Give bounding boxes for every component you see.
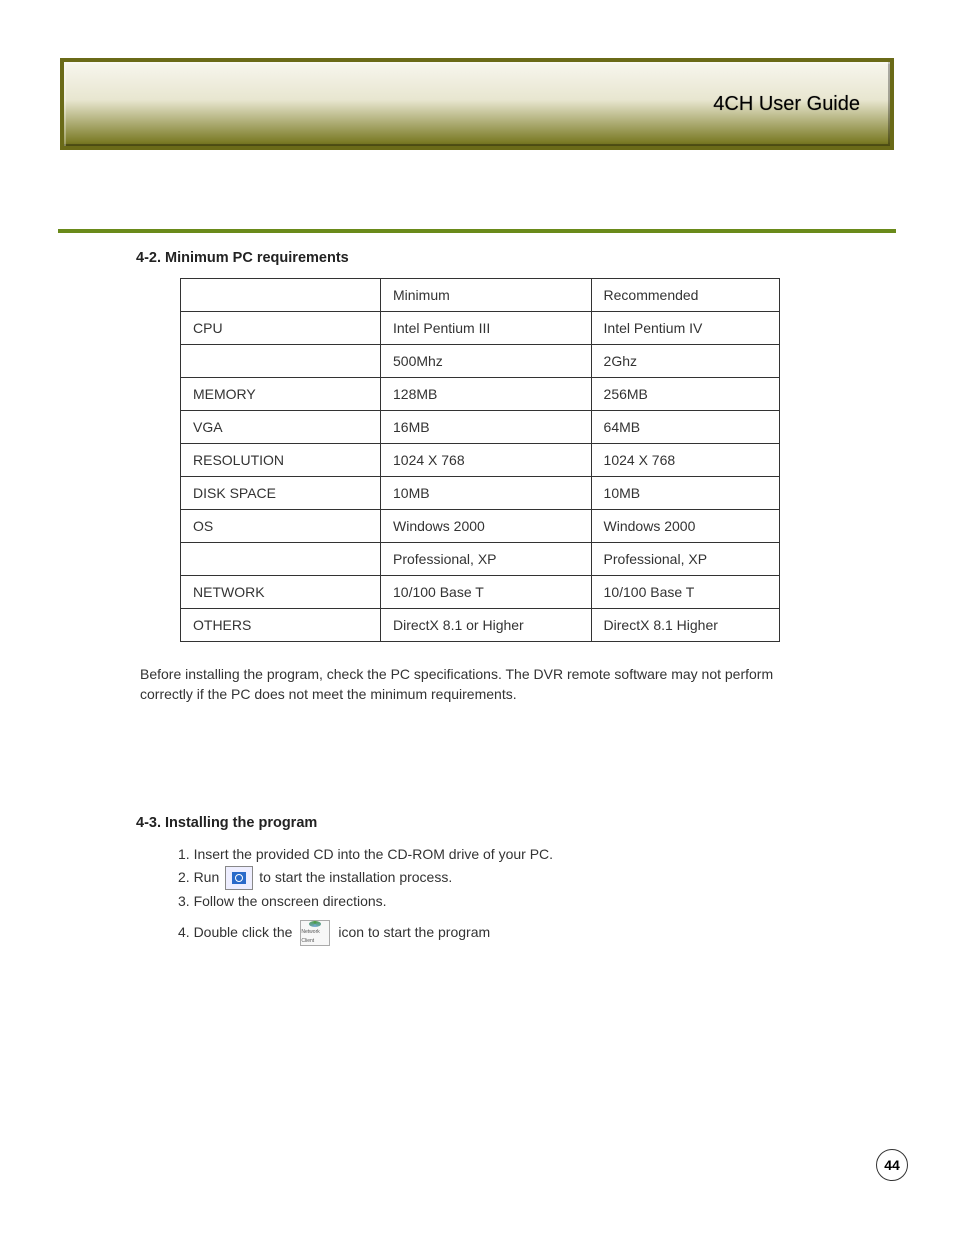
table-cell bbox=[181, 345, 381, 378]
step-2: 2. Run to start the installation process… bbox=[178, 866, 840, 890]
header-title: 4CH User Guide bbox=[713, 93, 860, 116]
table-cell: DISK SPACE bbox=[181, 477, 381, 510]
table-cell: MEMORY bbox=[181, 378, 381, 411]
page-number: 44 bbox=[876, 1149, 908, 1181]
table-row: OTHERSDirectX 8.1 or HigherDirectX 8.1 H… bbox=[181, 609, 780, 642]
table-cell bbox=[181, 279, 381, 312]
table-cell: Windows 2000 bbox=[591, 510, 779, 543]
table-cell: Intel Pentium IV bbox=[591, 312, 779, 345]
table-cell: 1024 X 768 bbox=[591, 444, 779, 477]
table-cell: OTHERS bbox=[181, 609, 381, 642]
table-cell bbox=[181, 543, 381, 576]
table-cell: NETWORK bbox=[181, 576, 381, 609]
table-cell: 10MB bbox=[381, 477, 592, 510]
table-row: VGA16MB64MB bbox=[181, 411, 780, 444]
table-cell: 10MB bbox=[591, 477, 779, 510]
table-row: RESOLUTION1024 X 7681024 X 768 bbox=[181, 444, 780, 477]
table-cell: DirectX 8.1 or Higher bbox=[381, 609, 592, 642]
section-43: 4-3. Installing the program 1. Insert th… bbox=[140, 815, 840, 947]
table-cell: CPU bbox=[181, 312, 381, 345]
table-cell: 10/100 Base T bbox=[591, 576, 779, 609]
table-row: DISK SPACE10MB10MB bbox=[181, 477, 780, 510]
step-2-text-a: 2. Run bbox=[178, 866, 219, 890]
section-43-heading: 4-3. Installing the program bbox=[136, 815, 840, 831]
table-row: OSWindows 2000Windows 2000 bbox=[181, 510, 780, 543]
table-row: MEMORY128MB256MB bbox=[181, 378, 780, 411]
table-cell: Windows 2000 bbox=[381, 510, 592, 543]
requirements-table: MinimumRecommended CPUIntel Pentium IIII… bbox=[180, 278, 780, 642]
step-1: 1. Insert the provided CD into the CD-RO… bbox=[178, 843, 840, 867]
page-content: 4-2. Minimum PC requirements MinimumReco… bbox=[140, 250, 840, 946]
table-cell: OS bbox=[181, 510, 381, 543]
table-row: CPUIntel Pentium IIIIntel Pentium IV bbox=[181, 312, 780, 345]
table-cell: Intel Pentium III bbox=[381, 312, 592, 345]
table-cell: DirectX 8.1 Higher bbox=[591, 609, 779, 642]
table-row: 500Mhz2Ghz bbox=[181, 345, 780, 378]
table-cell: Professional, XP bbox=[591, 543, 779, 576]
header-rule bbox=[58, 229, 896, 233]
table-cell: 1024 X 768 bbox=[381, 444, 592, 477]
table-cell: 64MB bbox=[591, 411, 779, 444]
table-row: NETWORK10/100 Base T10/100 Base T bbox=[181, 576, 780, 609]
table-cell: 16MB bbox=[381, 411, 592, 444]
installer-exe-icon bbox=[225, 866, 253, 890]
step-4-text-a: 4. Double click the bbox=[178, 921, 292, 945]
step-4-text-b: icon to start the program bbox=[338, 921, 490, 945]
step-3: 3. Follow the onscreen directions. bbox=[178, 890, 840, 914]
network-client-icon-label: Network Client bbox=[301, 928, 329, 945]
table-cell: RESOLUTION bbox=[181, 444, 381, 477]
table-cell: Minimum bbox=[381, 279, 592, 312]
step-4: 4. Double click the Network Client icon … bbox=[178, 920, 840, 946]
section-42-heading: 4-2. Minimum PC requirements bbox=[136, 250, 840, 266]
table-row: MinimumRecommended bbox=[181, 279, 780, 312]
table-cell: VGA bbox=[181, 411, 381, 444]
header-banner: 4CH User Guide bbox=[60, 58, 894, 150]
step-2-text-b: to start the installation process. bbox=[259, 866, 452, 890]
table-cell: 500Mhz bbox=[381, 345, 592, 378]
section-42-note: Before installing the program, check the… bbox=[140, 664, 820, 705]
table-cell: 10/100 Base T bbox=[381, 576, 592, 609]
table-cell: 2Ghz bbox=[591, 345, 779, 378]
table-cell: 256MB bbox=[591, 378, 779, 411]
table-cell: 128MB bbox=[381, 378, 592, 411]
table-cell: Recommended bbox=[591, 279, 779, 312]
table-row: Professional, XPProfessional, XP bbox=[181, 543, 780, 576]
network-client-icon: Network Client bbox=[300, 920, 330, 946]
table-cell: Professional, XP bbox=[381, 543, 592, 576]
install-steps: 1. Insert the provided CD into the CD-RO… bbox=[178, 843, 840, 947]
